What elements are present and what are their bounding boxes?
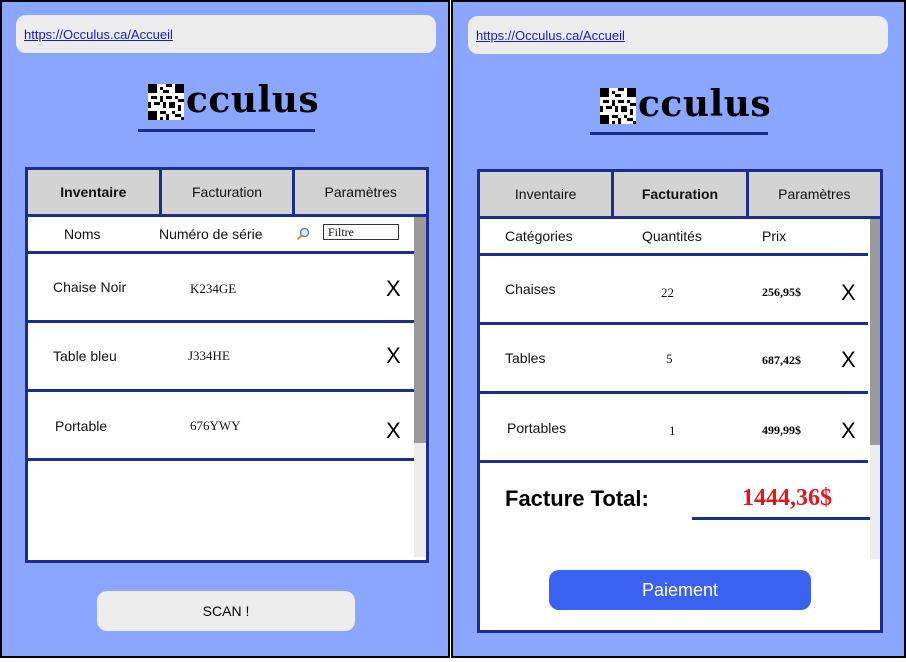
category-price: 499,99$ xyxy=(762,423,801,437)
billing-screen: https://Occulus.ca/Accueil cculus Invent… xyxy=(451,0,906,658)
item-name: Portable xyxy=(55,418,108,434)
category-name: Chaises xyxy=(505,281,556,297)
logo-text: cculus xyxy=(638,83,772,125)
tab-inventaire[interactable]: Inventaire xyxy=(480,172,615,216)
delete-row-button[interactable]: X xyxy=(841,418,856,444)
total-underline xyxy=(692,517,870,520)
delete-row-button[interactable]: X xyxy=(386,276,401,302)
magnifier-icon[interactable] xyxy=(296,227,310,241)
app-logo: cculus xyxy=(148,78,320,124)
category-name: Tables xyxy=(505,350,546,366)
header-categories: Catégories xyxy=(505,228,573,244)
delete-row-button[interactable]: X xyxy=(841,280,856,306)
table-row: Portables 1 499,99$ X xyxy=(480,394,868,463)
logo-underline xyxy=(590,132,768,135)
filter-input[interactable]: Filtre xyxy=(323,224,399,240)
tab-facturation[interactable]: Facturation xyxy=(614,172,749,216)
total-value: 1444,36$ xyxy=(742,485,832,511)
qr-logo-icon xyxy=(148,84,184,120)
item-serial: K234GE xyxy=(190,281,237,296)
item-serial: 676YWY xyxy=(190,418,241,433)
tab-facturation[interactable]: Facturation xyxy=(161,170,296,214)
delete-row-button[interactable]: X xyxy=(386,343,401,369)
header-price: Prix xyxy=(762,228,787,244)
url-link[interactable]: https://Occulus.ca/Accueil xyxy=(24,27,173,42)
logo-text: cculus xyxy=(186,79,320,121)
scrollbar-track[interactable] xyxy=(414,217,426,557)
url-bar[interactable]: https://Occulus.ca/Accueil xyxy=(16,15,436,53)
header-serial: Numéro de série xyxy=(159,226,263,242)
header-quantities: Quantités xyxy=(642,228,702,244)
item-name: Chaise Noir xyxy=(53,279,127,295)
tab-inventaire[interactable]: Inventaire xyxy=(28,170,162,214)
table-row: Portable 676YWY X xyxy=(28,392,414,461)
table-row: Chaise Noir K234GE X xyxy=(28,254,414,323)
tab-parametres[interactable]: Paramètres xyxy=(295,170,426,214)
tab-bar: Inventaire Facturation Paramètres xyxy=(28,170,426,217)
tab-parametres[interactable]: Paramètres xyxy=(748,172,880,216)
item-serial: J334HE xyxy=(188,348,230,363)
url-bar[interactable]: https://Occulus.ca/Accueil xyxy=(468,16,888,54)
header-names: Noms xyxy=(64,226,101,242)
total-label: Facture Total: xyxy=(505,486,649,511)
category-qty: 22 xyxy=(661,285,674,300)
table-row: Tables 5 687,42$ X xyxy=(480,325,868,394)
category-qty: 1 xyxy=(669,423,676,438)
category-price: 687,42$ xyxy=(762,353,801,367)
category-price: 256,95$ xyxy=(762,285,801,299)
app-logo: cculus xyxy=(600,82,772,128)
category-qty: 5 xyxy=(666,351,673,366)
qr-logo-icon xyxy=(600,88,636,124)
table-row: Table bleu J334HE X xyxy=(28,323,414,392)
url-link[interactable]: https://Occulus.ca/Accueil xyxy=(476,28,625,43)
scrollbar-track[interactable] xyxy=(870,219,880,559)
inventory-table-header: Noms Numéro de série Filtre xyxy=(28,217,414,254)
category-name: Portables xyxy=(507,420,567,436)
billing-table-header: Catégories Quantités Prix xyxy=(480,219,868,256)
inventory-panel: Inventaire Facturation Paramètres Noms N… xyxy=(25,167,429,563)
delete-row-button[interactable]: X xyxy=(386,418,401,444)
payment-button[interactable]: Paiement xyxy=(549,570,811,610)
delete-row-button[interactable]: X xyxy=(841,347,856,373)
scrollbar-thumb[interactable] xyxy=(414,217,426,443)
billing-panel: Inventaire Facturation Paramètres Catégo… xyxy=(477,169,883,633)
scrollbar-thumb[interactable] xyxy=(870,219,880,445)
tab-bar: Inventaire Facturation Paramètres xyxy=(480,172,880,219)
item-name: Table bleu xyxy=(53,348,117,364)
inventory-screen: https://Occulus.ca/Accueil cculus Invent… xyxy=(0,0,450,658)
logo-underline xyxy=(138,129,315,132)
scan-button[interactable]: SCAN ! xyxy=(97,591,355,631)
table-row: Chaises 22 256,95$ X xyxy=(480,256,868,325)
